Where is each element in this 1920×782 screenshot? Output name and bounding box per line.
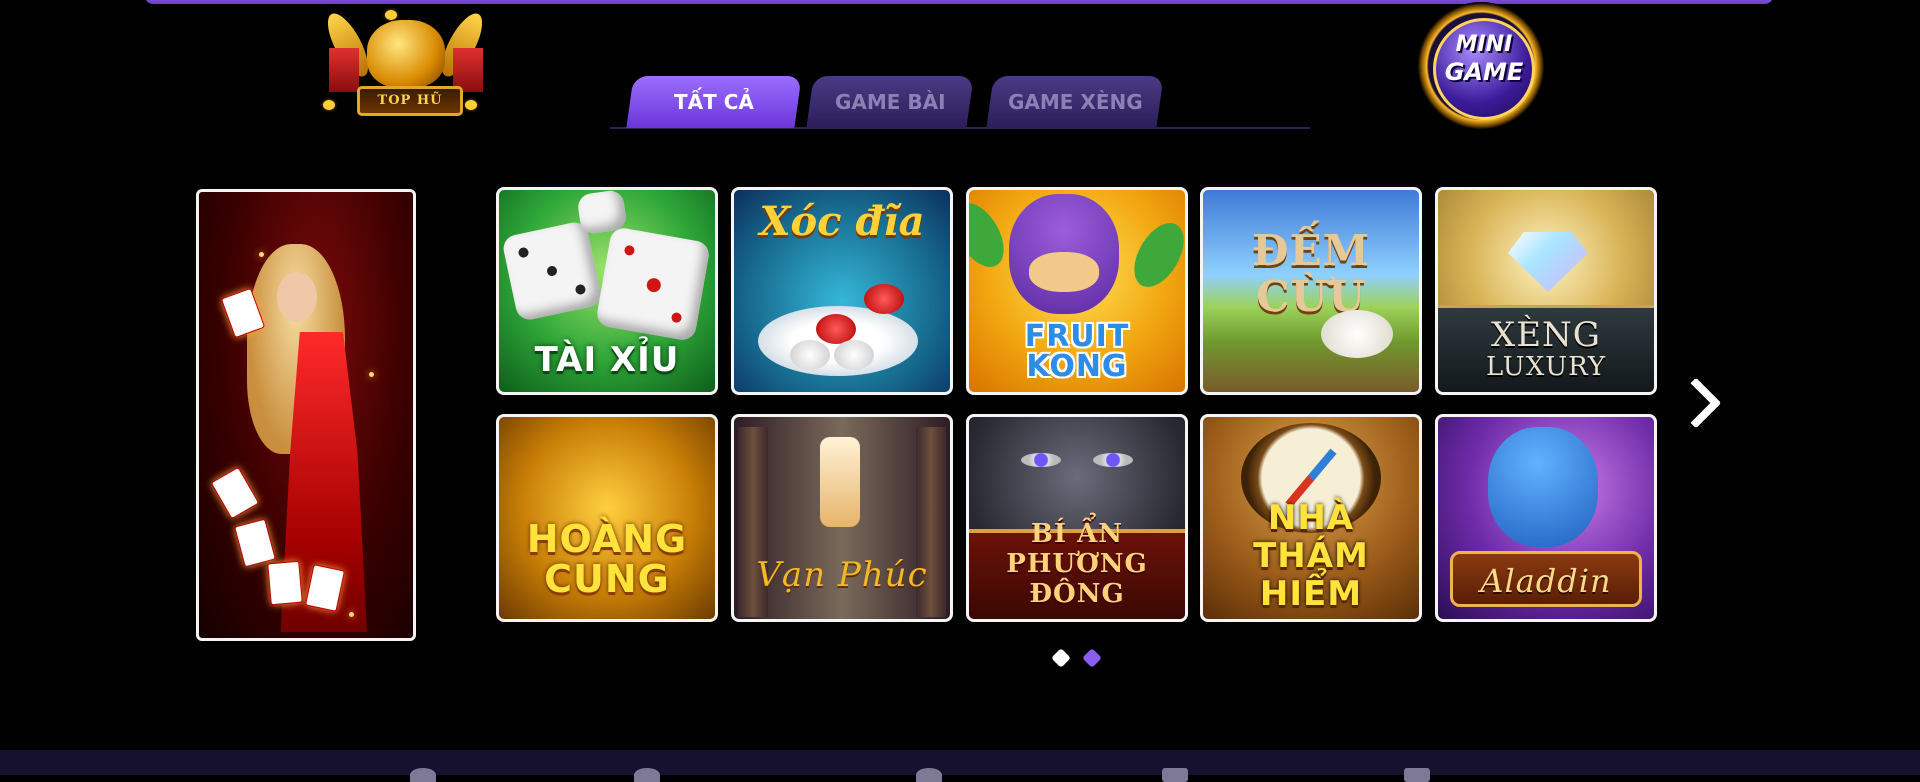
chevron-right-icon[interactable] [1672,375,1712,431]
dice-icon [576,190,628,236]
game-title: Aladdin [1480,562,1612,600]
gorilla-icon [1009,194,1119,314]
die-pip [574,283,587,296]
game-title-line2: CUNG [544,557,670,601]
die-pip [517,246,530,259]
red-disc-icon [864,284,904,314]
nav-icon[interactable] [916,768,942,782]
die-pip [645,277,662,294]
game-tile-tai-xiu[interactable]: TÀI XỈU [496,187,718,395]
tab-card-games[interactable]: GAME BÀI [806,76,974,128]
game-title-line1: ĐẾM [1251,226,1371,275]
game-tile-xoc-dia[interactable]: Xóc đĩa [731,187,953,395]
playing-card-icon [267,560,303,606]
game-tile-aladdin[interactable]: Aladdin [1435,414,1657,622]
promo-banner[interactable] [196,189,416,641]
coin-icon [465,100,477,110]
gorilla-mouth [1029,252,1099,292]
dice-icon [595,226,711,342]
lantern-icon [820,437,860,527]
game-tile-dem-cuu[interactable]: ĐẾM CỪU [1200,187,1422,395]
tab-all[interactable]: TẤT CẢ [626,76,802,128]
genie-icon [1488,427,1598,547]
diamond-icon [1508,232,1588,292]
coin-icon [385,10,397,20]
game-title-line2: PHƯƠNG ĐÔNG [1006,549,1148,609]
game-title-line1: HOÀNG [526,517,688,561]
game-title: HOÀNG CUNG [499,519,715,599]
eye-icon [1021,453,1061,467]
game-title-line1: NHÀ [1267,498,1355,538]
game-title: NHÀ THÁM HIỂM [1203,499,1419,613]
tab-card-games-label: GAME BÀI [834,90,946,114]
game-title-line2: KONG [1026,349,1128,384]
nav-icon[interactable] [1162,768,1188,782]
playing-card-icon [234,518,276,568]
die-pip [623,244,636,257]
tab-slot-games-label: GAME XÈNG [1007,90,1143,114]
white-disc-icon [790,340,830,370]
die-pip [546,265,558,277]
flag-left-icon [329,48,359,92]
sparkle-icon [369,372,374,377]
dice-icon [500,219,604,323]
game-title: FRUIT KONG [969,322,1185,382]
nav-icon[interactable] [1404,768,1430,782]
game-title: Xóc đĩa [759,198,925,245]
woman-face [277,272,317,322]
game-tile-van-phuc[interactable]: Vạn Phúc [731,414,953,622]
pagination-dot-2[interactable] [1082,648,1102,668]
mini-game-button[interactable]: MINI GAME [1413,2,1559,130]
game-title: TÀI XỈU [534,340,680,380]
game-title: XÈNG LUXURY [1438,318,1654,382]
game-title: Vạn Phúc [756,555,928,595]
sheep-icon [1321,310,1393,358]
gold-pot-icon [367,20,445,88]
mini-game-line2: GAME [1444,58,1524,86]
leaf-icon [1124,214,1185,296]
game-title-line2: THÁM HIỂM [1253,536,1369,614]
eye-icon [1093,453,1133,467]
sparkle-icon [349,612,354,617]
game-title-line1: BÍ ẨN [1030,519,1124,549]
pagination-dot-1[interactable] [1051,648,1071,668]
mini-game-line1: MINI [1455,32,1513,57]
game-tile-hoang-cung[interactable]: HOÀNG CUNG [496,414,718,622]
white-disc-icon [834,340,874,370]
nav-icon[interactable] [634,768,660,782]
nav-icon[interactable] [410,768,436,782]
tab-all-label: TẤT CẢ [674,90,754,114]
game-tile-xeng-luxury[interactable]: XÈNG LUXURY [1435,187,1657,395]
sparkle-icon [259,252,264,257]
game-title: BÍ ẨN PHƯƠNG ĐÔNG [969,519,1185,609]
game-tile-fruit-kong[interactable]: FRUIT KONG [966,187,1188,395]
tab-slot-games[interactable]: GAME XÈNG [986,76,1164,128]
coin-icon [323,100,335,110]
die-pip [670,311,683,324]
game-title-line2: LUXURY [1485,352,1607,382]
game-tile-bi-an-phuong-dong[interactable]: BÍ ẨN PHƯƠNG ĐÔNG [966,414,1188,622]
bottom-nav-bar [0,750,1920,775]
leaf-icon [969,194,1014,276]
top-hu-button[interactable]: TOP HŨ [315,0,495,120]
game-title-line1: XÈNG [1491,315,1601,355]
game-title: ĐẾM CỪU [1203,228,1419,320]
playing-card-icon [210,466,260,520]
game-tile-nha-tham-hiem[interactable]: NHÀ THÁM HIỂM [1200,414,1422,622]
top-hu-label: TOP HŨ [357,86,463,116]
